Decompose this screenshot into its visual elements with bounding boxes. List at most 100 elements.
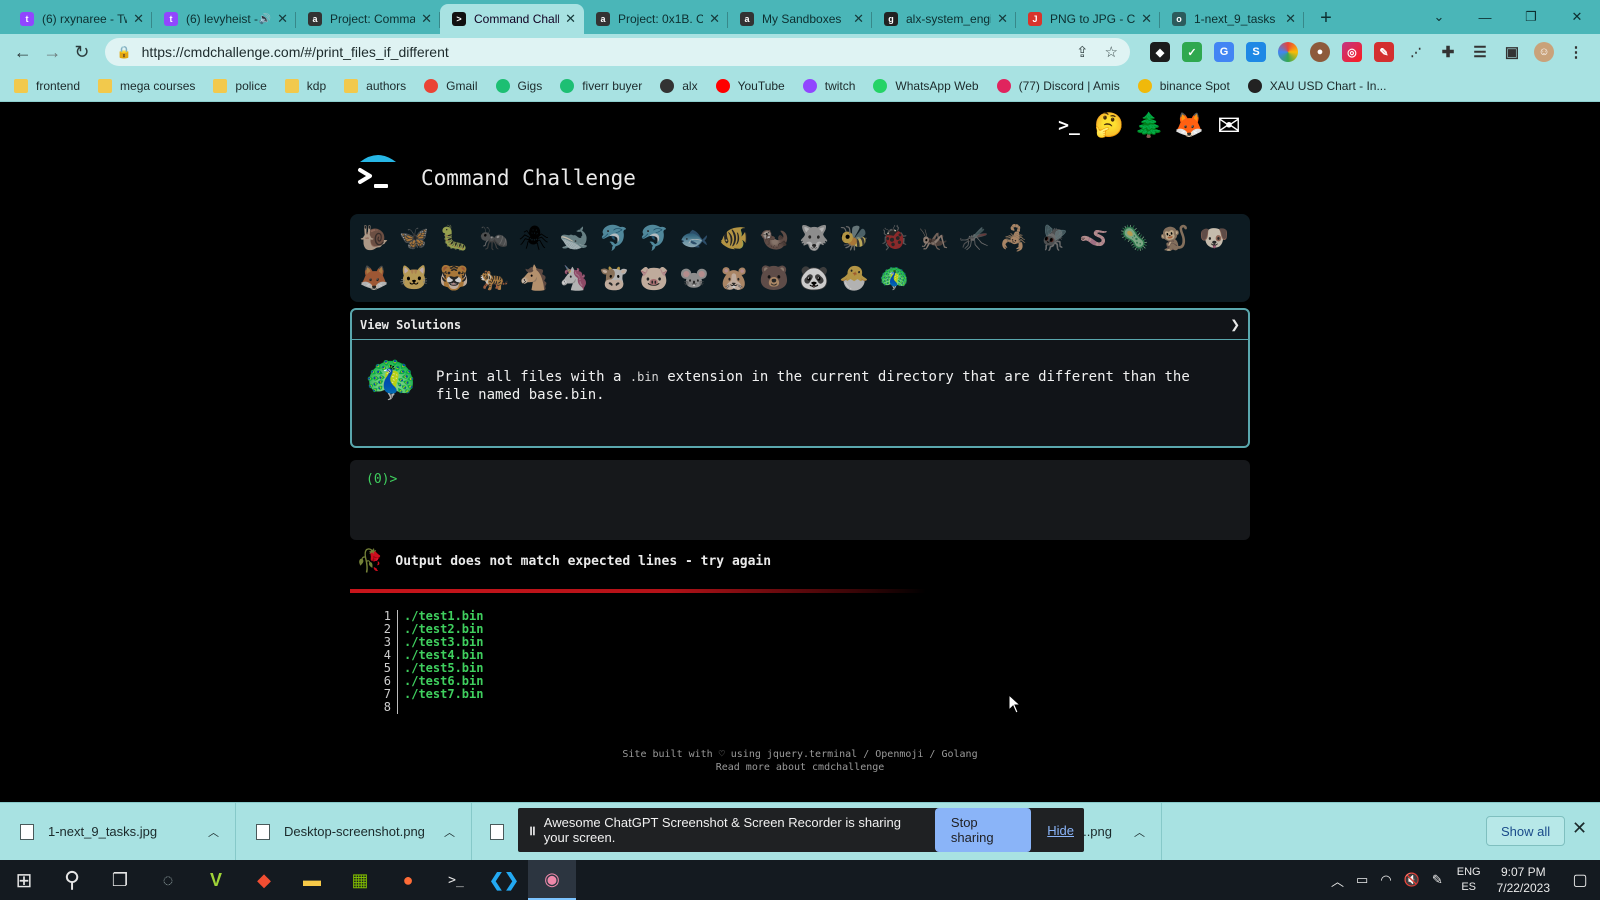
challenge-animal-icon[interactable]: 🐋 (554, 218, 594, 258)
mail-icon[interactable]: ✉ (1212, 108, 1246, 142)
extension-icon[interactable]: ⋰ (1406, 42, 1426, 62)
extension-icon[interactable]: ◆ (1149, 42, 1170, 62)
close-tab-icon[interactable]: ✕ (133, 11, 144, 27)
download-item[interactable]: Desktop-screenshot.png ︿ (236, 802, 472, 861)
windows-start-icon[interactable]: ⊞ (0, 860, 48, 900)
bookmark-item[interactable]: Gigs (495, 78, 542, 93)
chevron-up-icon[interactable]: ︿ (1331, 871, 1344, 890)
close-window-button[interactable]: ✕ (1554, 0, 1600, 34)
challenge-animal-icon[interactable]: 🪰 (1034, 218, 1074, 258)
menu-icon[interactable]: ⋮ (1566, 42, 1586, 62)
vscode-icon[interactable]: ❮❯ (480, 860, 528, 900)
tab-search-icon[interactable]: ⌄ (1416, 0, 1462, 34)
bookmark-item[interactable]: (77) Discord | Amis (996, 78, 1120, 93)
pen-icon[interactable]: ✎ (1432, 872, 1443, 888)
bookmark-item[interactable]: XAU USD Chart - In... (1247, 78, 1386, 93)
tab[interactable]: a Project: 0x1B. C ✕ (584, 4, 728, 34)
file-explorer-icon[interactable]: ▬ (288, 860, 336, 900)
bookmark-item[interactable]: binance Spot (1137, 78, 1230, 93)
challenge-animal-icon[interactable]: 🐅 (474, 258, 514, 298)
store-icon[interactable]: ▦ (336, 860, 384, 900)
new-tab-button[interactable]: + (1312, 4, 1340, 32)
gitlab-icon[interactable]: 🦊 (1172, 108, 1206, 142)
battery-icon[interactable]: ▭ (1356, 872, 1368, 888)
stop-sharing-button[interactable]: Stop sharing (934, 808, 1032, 852)
close-tab-icon[interactable]: ✕ (709, 11, 720, 27)
close-tab-icon[interactable]: ✕ (997, 11, 1008, 27)
task-view-icon[interactable]: ❐ (96, 860, 144, 900)
challenge-animal-icon[interactable]: 🦊 (354, 258, 394, 298)
challenge-animal-icon[interactable]: 🦦 (754, 218, 794, 258)
tab[interactable]: a My Sandboxes ✕ (728, 4, 872, 34)
tab[interactable]: g alx-system_engineering ✕ (872, 4, 1016, 34)
challenge-animal-icon[interactable]: 🦗 (914, 218, 954, 258)
challenge-animal-icon[interactable]: 🕷 (514, 218, 554, 258)
terminal-input[interactable]: (0)> (350, 460, 1250, 540)
close-tab-icon[interactable]: ✕ (1141, 11, 1152, 27)
bookmark-item[interactable]: mega courses (98, 78, 195, 93)
address-bar[interactable]: 🔒 https://cmdchallenge.com/#/print_files… (104, 38, 1130, 66)
bookmark-item[interactable]: YouTube (715, 78, 785, 93)
git-icon[interactable]: ◆ (240, 860, 288, 900)
chrome-icon[interactable]: ◉ (528, 860, 576, 900)
challenge-animal-icon[interactable]: 🐜 (474, 218, 514, 258)
challenge-animal-icon[interactable]: 🐶 (1194, 218, 1234, 258)
side-panel-icon[interactable]: ▣ (1502, 42, 1522, 62)
close-tab-icon[interactable]: ✕ (853, 11, 864, 27)
back-button[interactable]: ← (8, 37, 38, 67)
challenge-animal-icon[interactable]: 🦠 (1114, 218, 1154, 258)
challenge-animal-icon[interactable]: 🐭 (674, 258, 714, 298)
postman-icon[interactable]: ● (384, 860, 432, 900)
challenge-animal-icon[interactable]: 🐼 (794, 258, 834, 298)
app-icon[interactable]: ◌ (144, 860, 192, 900)
challenge-animal-icon[interactable]: 🐹 (714, 258, 754, 298)
view-solutions-toggle[interactable]: View Solutions ❯ (352, 310, 1248, 340)
challenge-animal-icon[interactable]: 🐮 (594, 258, 634, 298)
tree-icon[interactable]: 🌲 (1132, 108, 1166, 142)
cookie-icon[interactable]: ● (1309, 42, 1330, 62)
download-item[interactable]: 1-next_9_tasks.jpg ︿ (0, 802, 236, 861)
challenge-animal-icon[interactable]: 🐝 (834, 218, 874, 258)
screen-recorder-icon[interactable]: ◎ (1341, 42, 1362, 62)
tab[interactable]: t (6) rxynaree - Twitch ✕ (8, 4, 152, 34)
share-icon[interactable]: ⇪ (1076, 43, 1089, 61)
chevron-up-icon[interactable]: ︿ (1134, 824, 1145, 840)
terminal-icon[interactable]: >_ (432, 860, 480, 900)
restore-button[interactable]: ❐ (1508, 0, 1554, 34)
terminal-icon[interactable]: >_ (1052, 108, 1086, 142)
bookmark-item[interactable]: kdp (284, 78, 326, 93)
bookmark-item[interactable]: fiverr buyer (560, 78, 642, 93)
challenge-animal-icon[interactable]: 🐌 (354, 218, 394, 258)
close-tab-icon[interactable]: ✕ (277, 11, 288, 27)
vim-icon[interactable]: V (192, 860, 240, 900)
bookmark-star-icon[interactable]: ☆ (1105, 43, 1118, 61)
bookmark-item[interactable]: frontend (14, 78, 80, 93)
challenge-animal-icon[interactable]: 🐠 (714, 218, 754, 258)
challenge-animal-icon[interactable]: 🐺 (794, 218, 834, 258)
bookmark-item[interactable]: WhatsApp Web (873, 78, 979, 93)
challenge-animal-icon[interactable]: 🐬 (634, 218, 674, 258)
search-icon[interactable]: ⚲ (48, 860, 96, 900)
reading-list-icon[interactable]: ☰ (1470, 42, 1490, 62)
tab[interactable]: t (6) levyheist - Twitch🔊 ✕ (152, 4, 296, 34)
tab[interactable]: J PNG to JPG - Convert ✕ (1016, 4, 1160, 34)
audio-icon[interactable]: 🔊 (259, 14, 271, 25)
url-text[interactable]: https://cmdchallenge.com/#/print_files_i… (142, 44, 1060, 60)
challenge-animal-icon[interactable]: 🐷 (634, 258, 674, 298)
chevron-up-icon[interactable]: ︿ (444, 824, 455, 840)
challenge-animal-icon[interactable]: 🦋 (394, 218, 434, 258)
show-all-button[interactable]: Show all (1486, 816, 1566, 846)
bookmark-item[interactable]: authors (344, 78, 406, 93)
clock[interactable]: 9:07 PM 7/22/2023 (1497, 864, 1550, 896)
challenge-animal-icon[interactable]: 🐻 (754, 258, 794, 298)
challenge-animal-icon[interactable]: 🦂 (994, 218, 1034, 258)
bookmark-item[interactable]: twitch (802, 78, 855, 93)
challenge-animal-icon[interactable]: 🦄 (554, 258, 594, 298)
bookmark-item[interactable]: police (213, 78, 267, 93)
forward-button[interactable]: → (38, 37, 68, 67)
challenge-animal-icon[interactable]: 🦟 (954, 218, 994, 258)
close-tab-icon[interactable]: ✕ (565, 11, 576, 27)
pdf-icon[interactable]: ✎ (1373, 42, 1394, 62)
challenge-animal-icon[interactable]: 🪱 (1074, 218, 1114, 258)
footer-about-link[interactable]: Read more about cmdchallenge (0, 761, 1600, 774)
